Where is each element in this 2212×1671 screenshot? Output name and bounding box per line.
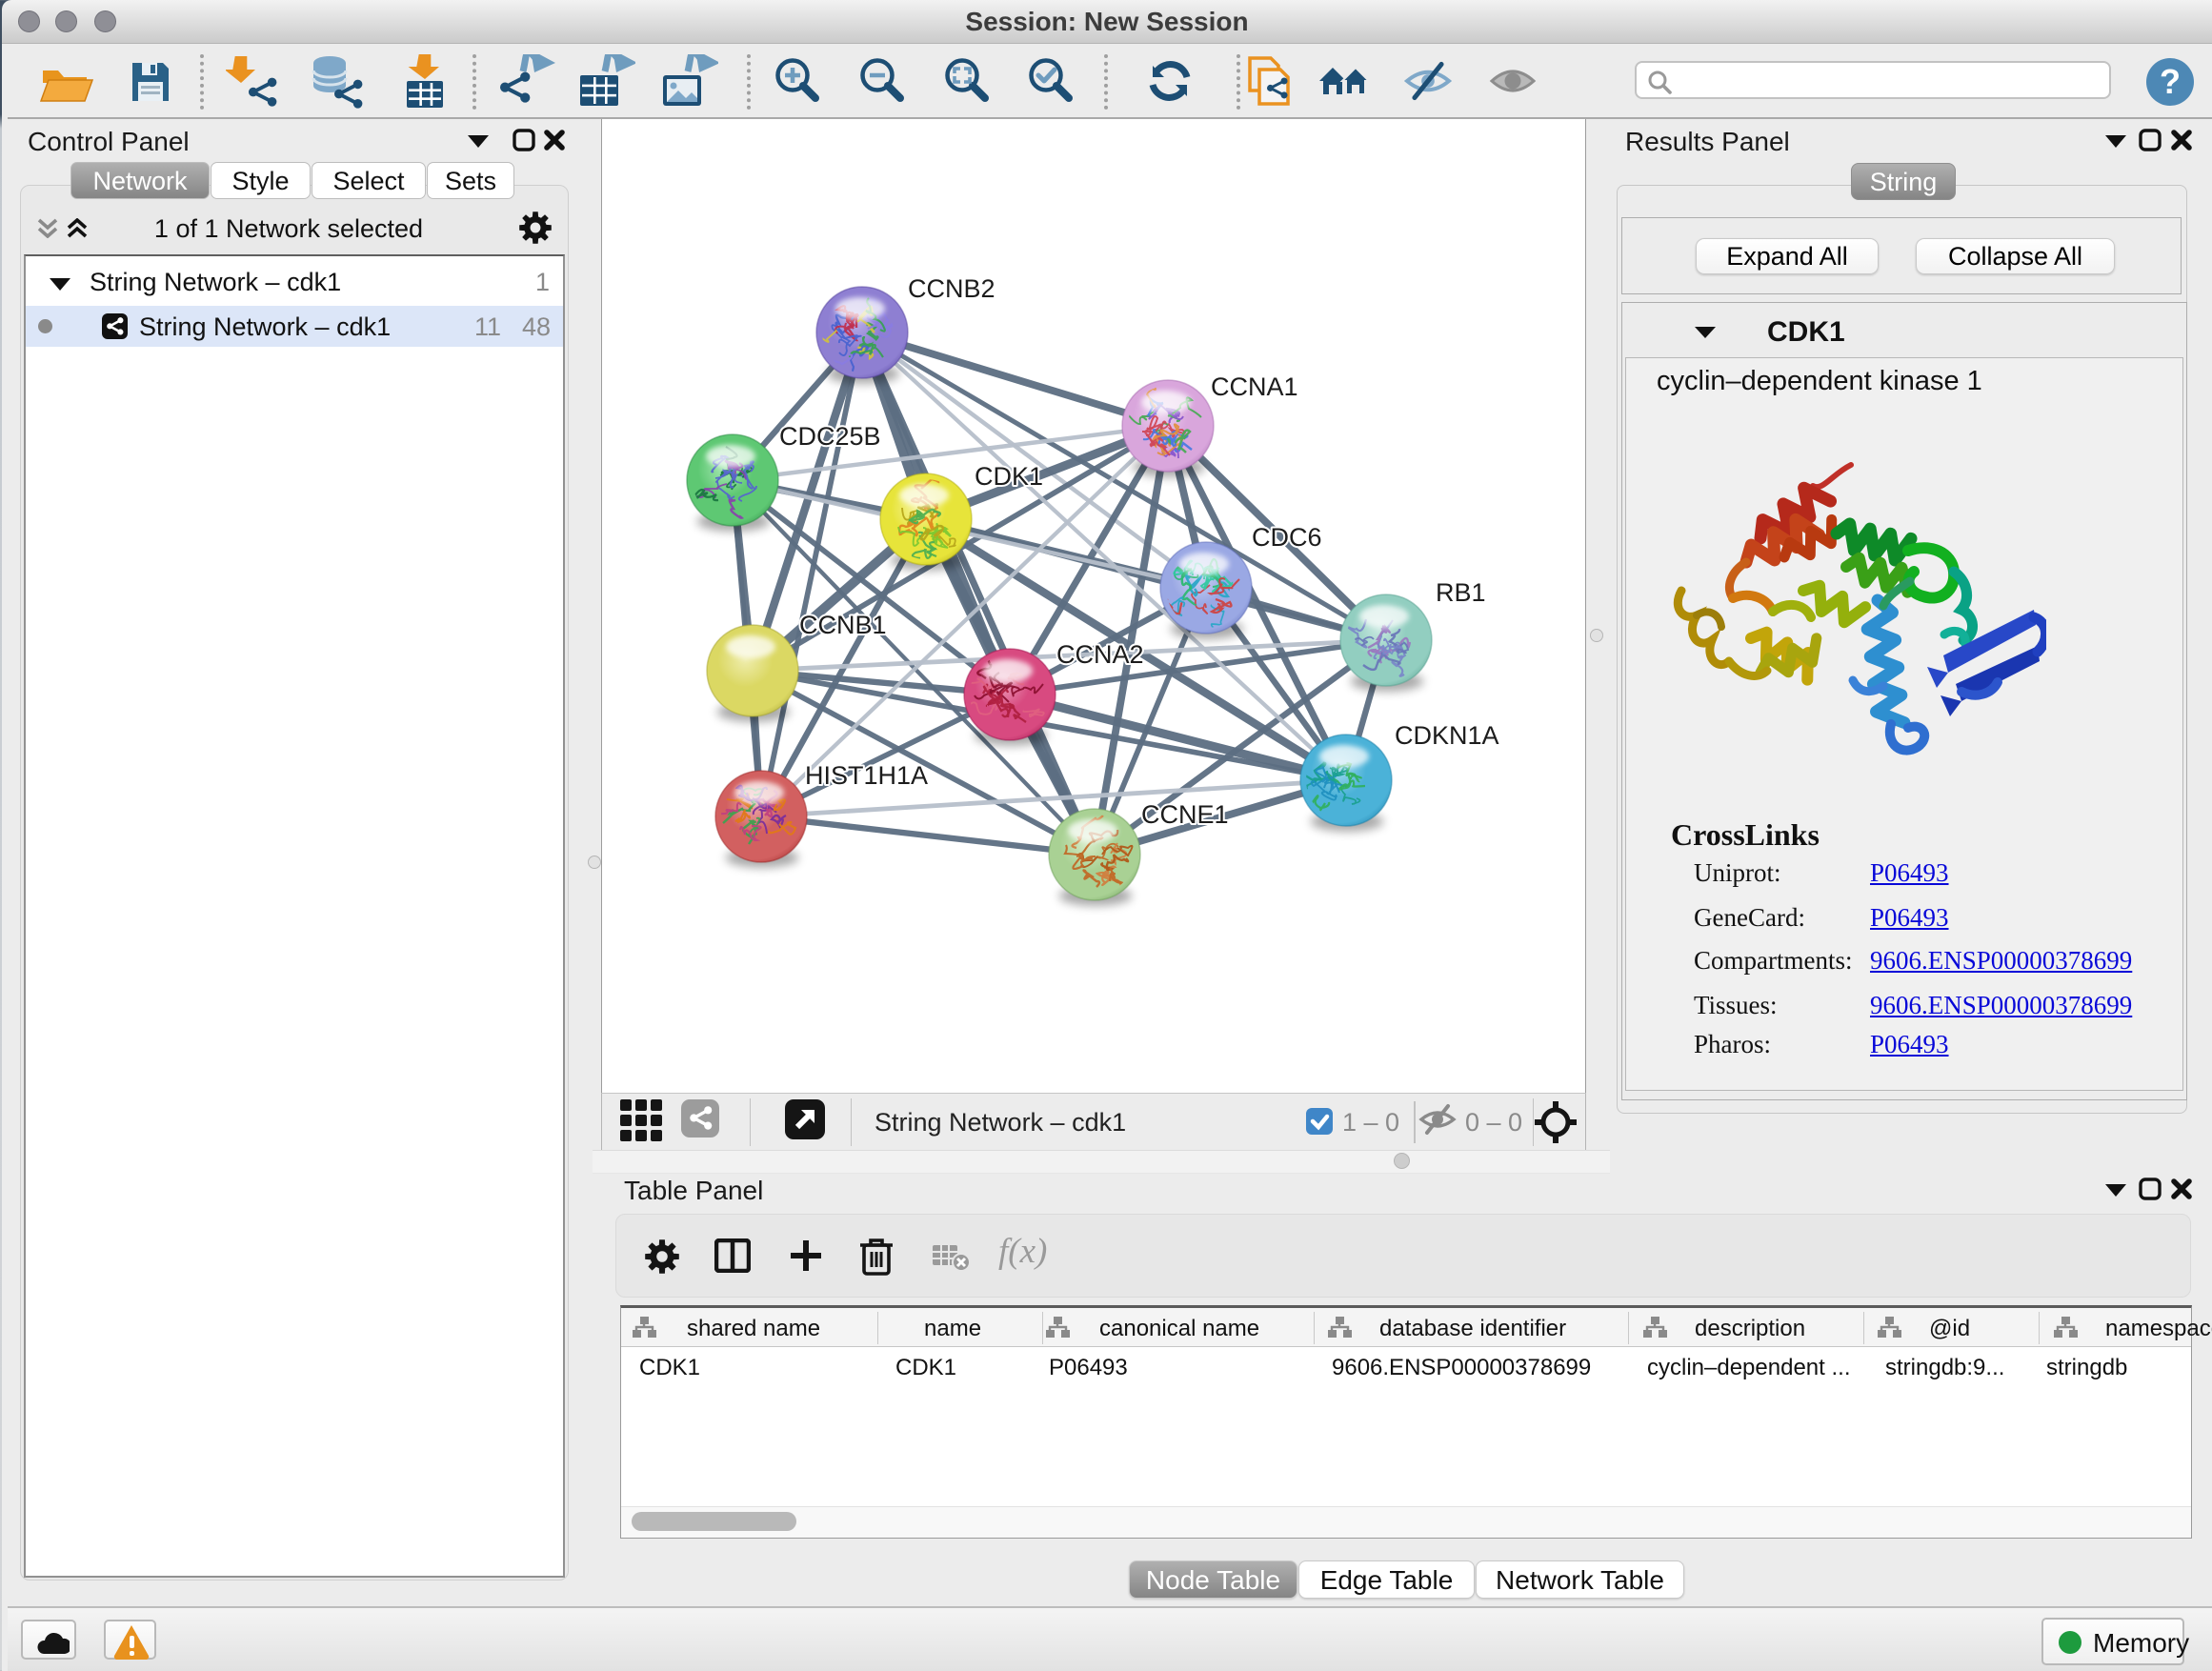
svg-text:CCNA2: CCNA2 [1056,640,1144,669]
svg-text:?: ? [2160,62,2181,101]
svg-text:CDC6: CDC6 [1252,523,1322,552]
svg-text:CCNA1: CCNA1 [1211,372,1298,401]
svg-text:CDC25B: CDC25B [779,422,881,451]
svg-text:RB1: RB1 [1436,578,1486,607]
svg-text:CCNB1: CCNB1 [799,611,887,639]
svg-text:CCNE1: CCNE1 [1141,800,1229,829]
svg-text:CDK1: CDK1 [975,462,1043,491]
svg-text:HIST1H1A: HIST1H1A [805,761,928,790]
svg-text:CDKN1A: CDKN1A [1395,721,1499,750]
svg-text:CCNB2: CCNB2 [908,274,995,303]
